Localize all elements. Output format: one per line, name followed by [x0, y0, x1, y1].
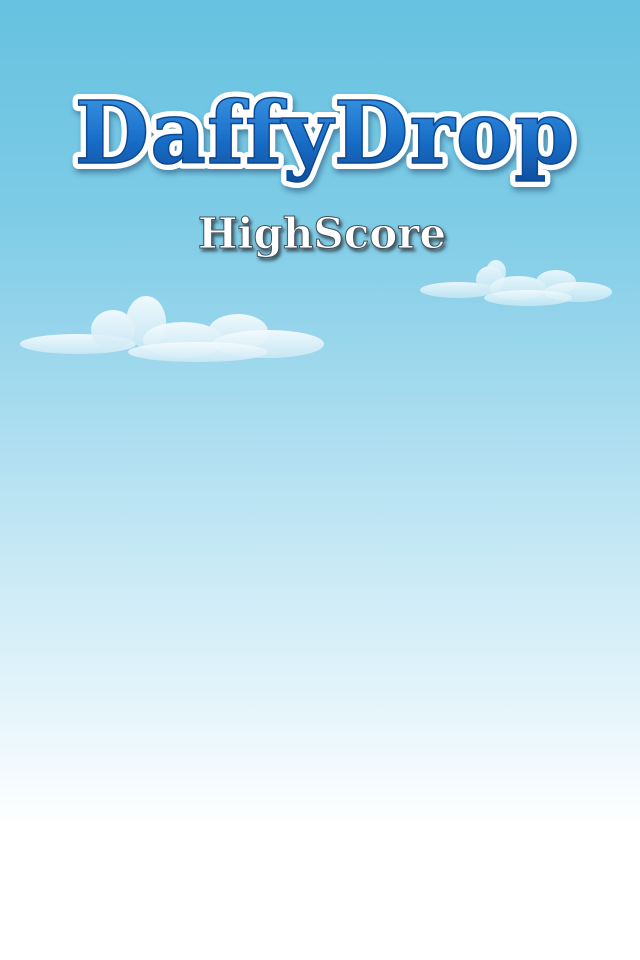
cloud-icon: [420, 260, 612, 306]
game-screen: { "header": { "game_title": "DaffyDrop",…: [0, 0, 640, 960]
screen-title-text: HighScore: [198, 209, 446, 258]
cloud-right: [418, 258, 614, 310]
game-logo: DaffyDrop DaffyDrop: [0, 58, 640, 198]
cloud-left: [18, 292, 330, 372]
cloud-icon: [20, 296, 324, 362]
game-title: DaffyDrop: [75, 83, 576, 184]
game-logo-graphic: DaffyDrop DaffyDrop: [69, 77, 581, 190]
